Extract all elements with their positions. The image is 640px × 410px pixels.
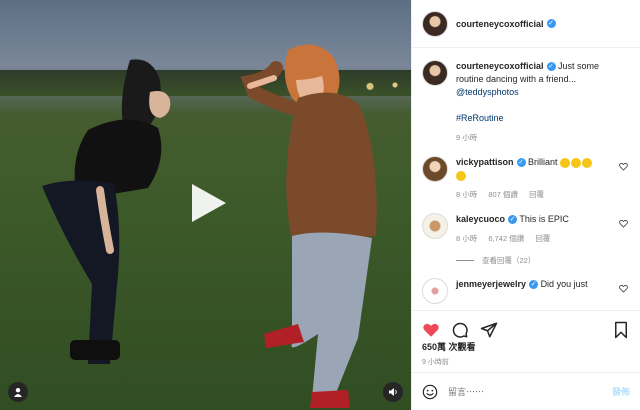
verified-icon: ✓ <box>546 19 556 28</box>
divider <box>456 260 474 261</box>
avatar[interactable] <box>422 213 448 239</box>
comment-item: kaleycuoco ✓ This is EPIC 8 小時 6,742 個讚 回… <box>422 213 630 245</box>
comment-input[interactable] <box>448 386 612 397</box>
laughing-emoji-icon <box>560 157 571 168</box>
verified-icon: ✓ <box>546 62 556 72</box>
mention-link[interactable]: @teddysphotos <box>456 87 519 97</box>
heart-icon[interactable] <box>422 321 440 339</box>
comment-time: 8 小時 <box>456 234 478 243</box>
verified-icon: ✓ <box>529 280 539 290</box>
comment-likes[interactable]: 807 個讚 <box>488 190 518 199</box>
caption-author[interactable]: courteneycoxofficial <box>456 61 544 71</box>
comments-list[interactable]: courteneycoxofficial ✓ Just some routine … <box>412 48 640 310</box>
reply-button[interactable]: 回覆 <box>535 234 550 243</box>
bookmark-icon[interactable] <box>612 321 630 339</box>
laughing-emoji-icon <box>582 157 593 168</box>
smiley-icon[interactable] <box>422 384 438 400</box>
like-comment-icon[interactable] <box>619 162 628 171</box>
comment-icon[interactable] <box>451 321 469 339</box>
man-figure <box>240 44 377 408</box>
author-username[interactable]: courteneycoxofficial <box>456 19 544 29</box>
like-comment-icon[interactable] <box>619 284 628 293</box>
view-replies-button[interactable]: 查看回覆（22） <box>456 255 630 266</box>
view-replies-label[interactable]: 查看回覆（22） <box>482 255 535 266</box>
user-tag-icon[interactable] <box>8 382 28 402</box>
comment-time: 8 小時 <box>456 190 478 199</box>
post-header: courteneycoxofficial ✓ <box>412 0 640 48</box>
comment-likes[interactable]: 6,742 個讚 <box>488 234 524 243</box>
comment-text: This is EPIC <box>519 214 569 224</box>
video-player[interactable] <box>0 0 411 410</box>
comment-text: Did you just <box>540 279 588 289</box>
comment-item: jenmeyerjewelry ✓ Did you just <box>422 278 630 304</box>
avatar[interactable] <box>422 10 448 37</box>
comment-item: vickypattison ✓ Brilliant 8 小時 807 個讚 回覆 <box>422 156 630 201</box>
avatar[interactable] <box>422 60 448 86</box>
verified-icon: ✓ <box>516 158 526 168</box>
laughing-emoji-icon <box>456 170 466 181</box>
post-time[interactable]: 9 小時前 <box>422 357 449 367</box>
caption: courteneycoxofficial ✓ Just some routine … <box>422 60 630 144</box>
avatar[interactable] <box>422 278 448 304</box>
view-count[interactable]: 650萬 次觀看 <box>422 340 476 353</box>
caption-time: 9 小時 <box>456 133 478 142</box>
post-comment-button[interactable]: 發佈 <box>612 385 630 398</box>
reply-button[interactable]: 回覆 <box>529 190 544 199</box>
woman-figure <box>42 59 171 364</box>
comment-text: Brilliant <box>528 157 558 167</box>
hashtag-link[interactable]: #ReRoutine <box>456 113 504 123</box>
avatar[interactable] <box>422 156 448 182</box>
comment-author[interactable]: kaleycuoco <box>456 214 505 224</box>
speaker-icon[interactable] <box>383 382 403 402</box>
laughing-emoji-icon <box>571 157 582 168</box>
add-comment-bar: 發佈 <box>412 372 640 410</box>
post-sidebar: courteneycoxofficial ✓ courteneycoxoffic… <box>411 0 640 410</box>
share-icon[interactable] <box>480 321 498 339</box>
comment-author[interactable]: jenmeyerjewelry <box>456 279 526 289</box>
play-icon[interactable] <box>182 178 232 228</box>
like-comment-icon[interactable] <box>619 219 628 228</box>
comment-author[interactable]: vickypattison <box>456 157 514 167</box>
verified-icon: ✓ <box>508 215 518 225</box>
